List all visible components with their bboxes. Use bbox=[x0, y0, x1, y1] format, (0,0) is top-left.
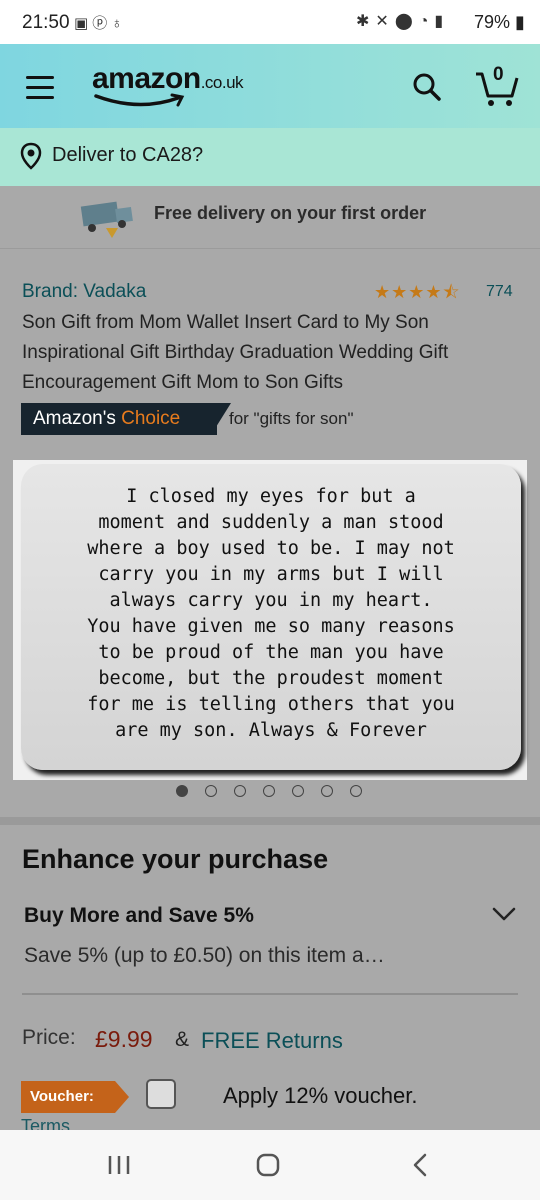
choice-for-text: for "gifts for son" bbox=[229, 409, 354, 428]
offer-divider bbox=[22, 993, 518, 995]
battery-icon: ▮ bbox=[510, 12, 525, 32]
section-divider bbox=[0, 817, 540, 825]
delivery-truck-icon bbox=[80, 201, 133, 238]
gallery-icon: ▣ bbox=[74, 15, 93, 32]
signal-icon: ▮ bbox=[434, 13, 450, 30]
location-icon: ⬤ bbox=[394, 13, 419, 30]
carousel-dot[interactable] bbox=[292, 785, 304, 797]
wifi-icon: ◔ bbox=[418, 13, 435, 30]
carousel-dot[interactable] bbox=[350, 785, 362, 797]
bluetooth-icon: ✱ bbox=[356, 13, 376, 30]
buy-more-offer-desc: Save 5% (up to £0.50) on this item a… bbox=[24, 944, 385, 967]
product-title: Son Gift from Mom Wallet Insert Card to … bbox=[22, 312, 449, 393]
rating-count[interactable]: 774 bbox=[486, 283, 513, 301]
apply-voucher-text[interactable]: Apply 12% voucher. bbox=[223, 1083, 417, 1109]
free-delivery-text: Free delivery on your first order bbox=[154, 203, 427, 223]
buy-more-offer-title[interactable]: Buy More and Save 5% bbox=[24, 904, 254, 928]
brand-link[interactable]: Brand: Vadaka bbox=[22, 281, 146, 303]
status-time: 21:50 bbox=[22, 12, 70, 33]
recent-apps-icon[interactable] bbox=[107, 1154, 131, 1176]
product-image[interactable]: I closed my eyes for but a moment and su… bbox=[13, 460, 527, 780]
amazon-smile-icon bbox=[94, 93, 185, 107]
carousel-dot[interactable] bbox=[263, 785, 275, 797]
notification-icon: ♁ bbox=[111, 15, 127, 32]
pinterest-icon: ⓟ bbox=[92, 15, 112, 32]
deliver-location[interactable]: Deliver to CA28? bbox=[52, 144, 203, 167]
chevron-down-icon[interactable] bbox=[492, 906, 516, 922]
cart-count: 0 bbox=[493, 64, 504, 85]
search-icon[interactable] bbox=[412, 72, 442, 102]
cart-icon[interactable]: 0 bbox=[474, 64, 520, 108]
status-right-icons: ✱✕⬤◔▮ bbox=[356, 11, 449, 31]
price-value: £9.99 bbox=[95, 1026, 153, 1052]
enhance-title: Enhance your purchase bbox=[22, 844, 329, 874]
voucher-checkbox[interactable] bbox=[146, 1079, 176, 1109]
terms-link[interactable]: Terms bbox=[21, 1116, 70, 1130]
free-returns-link[interactable]: FREE Returns bbox=[201, 1028, 343, 1054]
status-bar: 21:50 ▣ⓟ♁ ✱✕⬤◔▮ 79% ▮ bbox=[0, 0, 540, 44]
mute-icon: ✕ bbox=[375, 13, 395, 30]
carousel-dot[interactable] bbox=[321, 785, 333, 797]
carousel-dot[interactable] bbox=[234, 785, 246, 797]
price-amp: & bbox=[175, 1028, 190, 1051]
location-pin-icon bbox=[20, 142, 42, 170]
amazon-logo[interactable]: amazon.co.uk bbox=[92, 62, 244, 96]
back-icon[interactable] bbox=[410, 1152, 430, 1178]
battery-level: 79% ▮ bbox=[474, 12, 525, 32]
carousel-dot[interactable] bbox=[176, 785, 188, 797]
home-icon[interactable] bbox=[256, 1153, 280, 1177]
status-left-icons: ▣ⓟ♁ bbox=[74, 12, 126, 33]
card-engraving-text: I closed my eyes for but a moment and su… bbox=[87, 486, 455, 741]
price-label: Price: bbox=[22, 1026, 76, 1049]
wallet-card-image: I closed my eyes for but a moment and su… bbox=[21, 464, 521, 770]
carousel-dot[interactable] bbox=[205, 785, 217, 797]
hamburger-menu-icon[interactable] bbox=[26, 76, 56, 100]
star-rating-icon[interactable]: ★★★★⯪ bbox=[374, 280, 461, 310]
app-header bbox=[0, 44, 540, 128]
